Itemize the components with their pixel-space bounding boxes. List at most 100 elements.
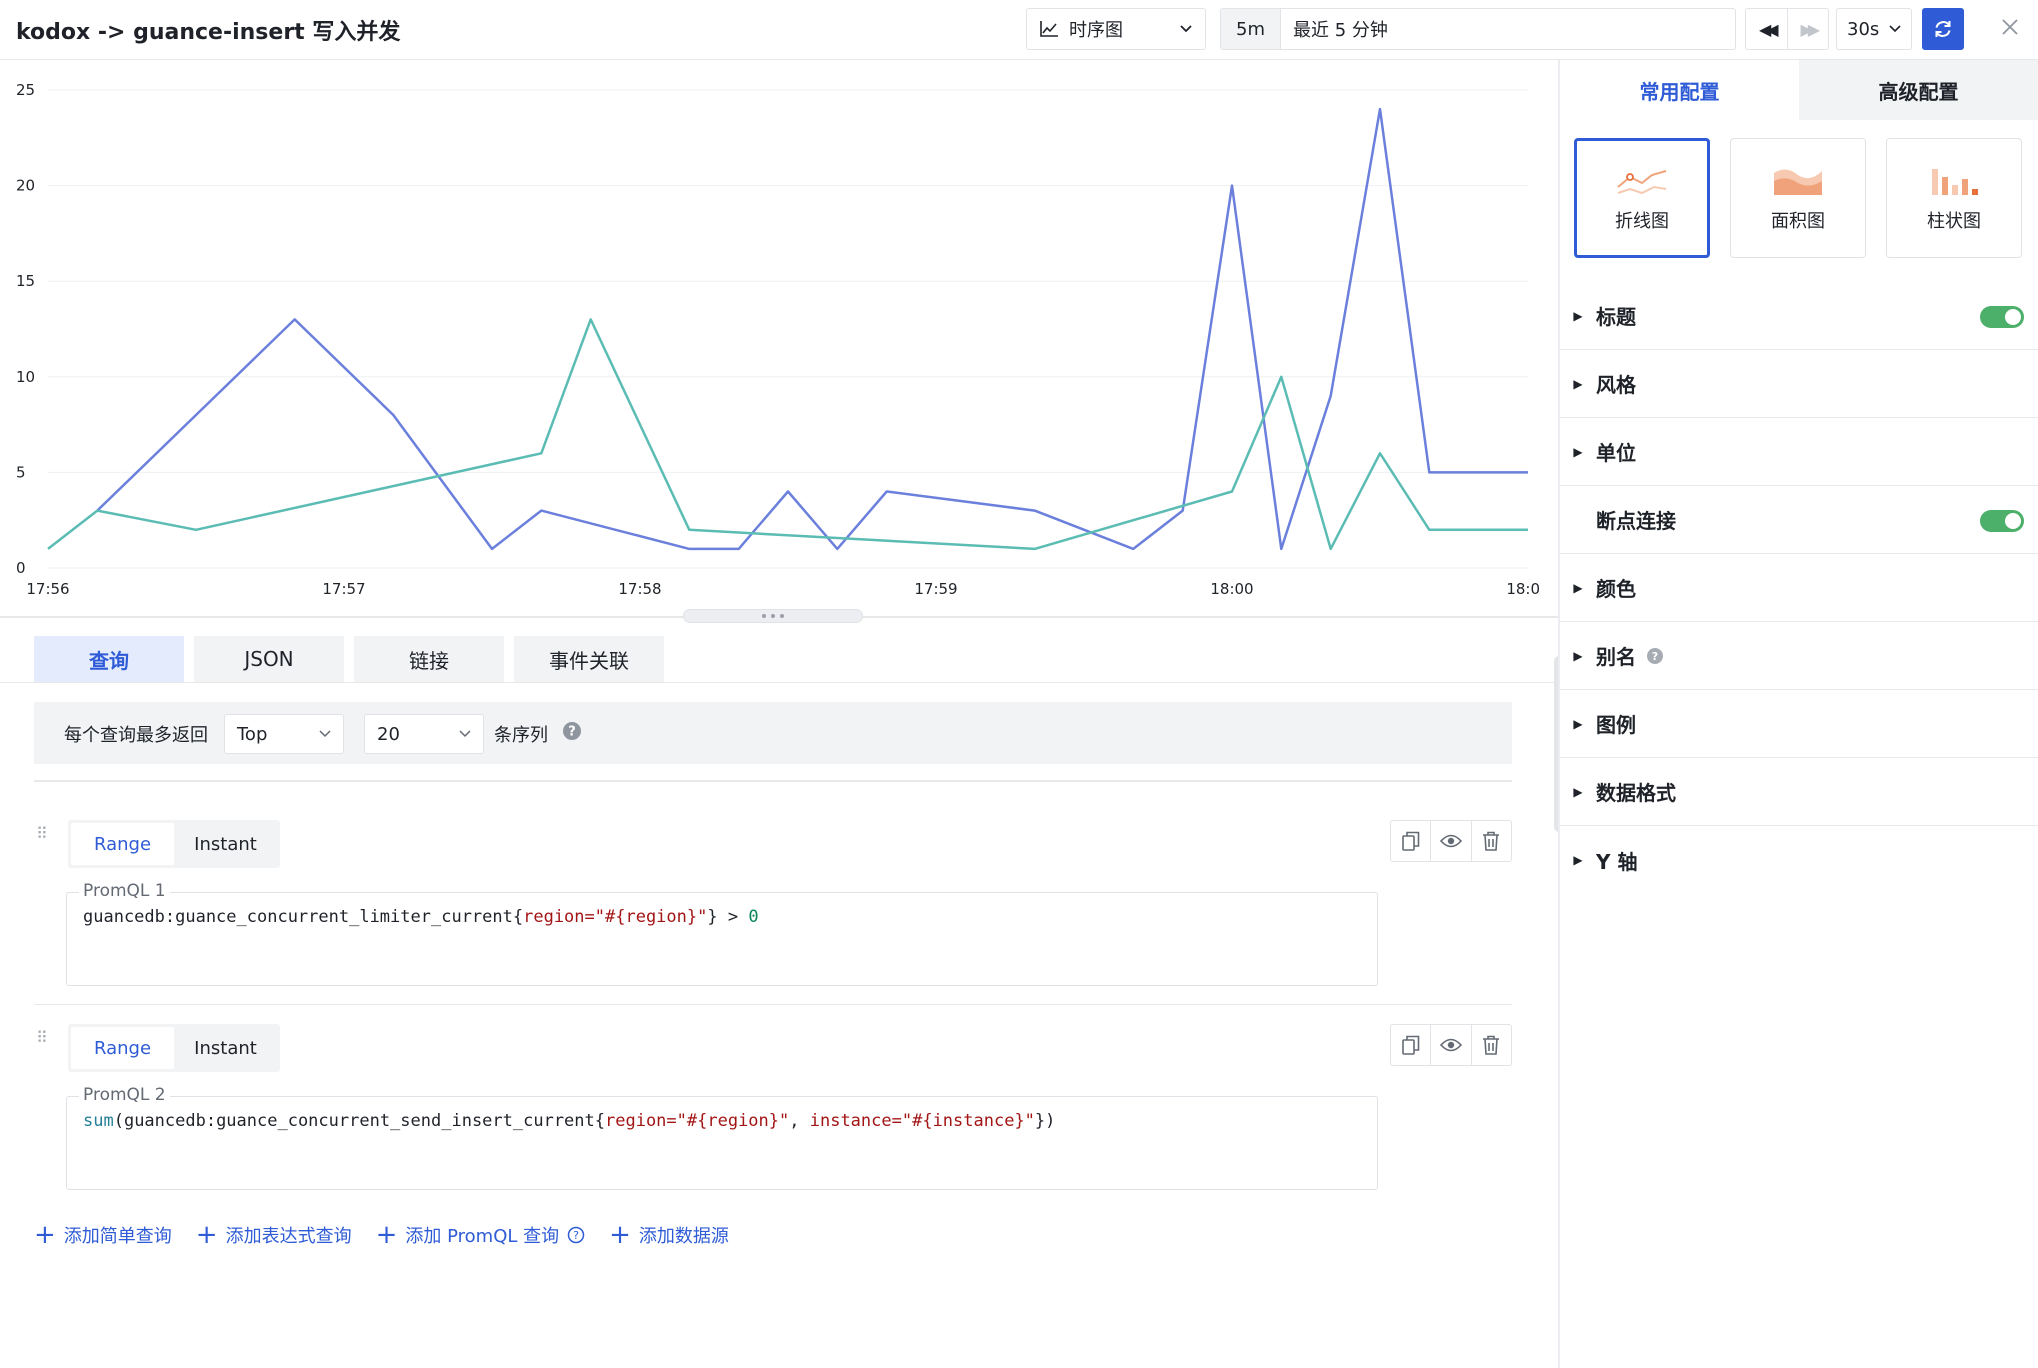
limit-unit-label: 条序列 (494, 725, 548, 746)
section-legend[interactable]: ▶ 图例 (1560, 690, 2038, 758)
help-icon[interactable]: ? (1646, 647, 1664, 665)
viz-type-select[interactable]: 时序图 (1026, 8, 1206, 50)
series-line-2 (47, 318, 1528, 551)
svg-text:?: ? (1652, 650, 1658, 663)
caret-right-icon: ▶ (1573, 376, 1583, 391)
time-step-buttons: ◀◀ ▶▶ (1745, 8, 1829, 50)
plus-icon: + (609, 1220, 631, 1250)
query-actions (1390, 1024, 1512, 1066)
y-tick-label: 0 (16, 559, 26, 577)
y-tick-label: 5 (16, 463, 26, 481)
refresh-icon (1935, 21, 1951, 37)
trash-icon[interactable] (1472, 1025, 1511, 1065)
query-divider (34, 1004, 1512, 1005)
copy-icon[interactable] (1391, 1025, 1432, 1065)
chart-type-area[interactable]: 面积图 (1730, 138, 1866, 258)
title-toggle[interactable] (1980, 306, 2024, 328)
chart-type-bar[interactable]: 柱状图 (1886, 138, 2022, 258)
mode-instant-button[interactable]: Instant (174, 823, 277, 865)
close-button[interactable] (1995, 12, 2025, 42)
add-promql-query-link[interactable]: + 添加 PromQL 查询 ? (376, 1222, 586, 1248)
chevron-down-icon (1889, 25, 1901, 33)
y-tick-label: 10 (16, 368, 35, 386)
x-tick-label: 17:57 (322, 580, 365, 598)
tab-common-settings[interactable]: 常用配置 (1560, 60, 1799, 120)
eye-icon[interactable] (1431, 1025, 1472, 1065)
copy-icon[interactable] (1391, 821, 1432, 861)
svg-text:?: ? (568, 725, 576, 740)
section-y-axis[interactable]: ▶ Y 轴 (1560, 826, 2038, 894)
add-datasource-link[interactable]: + 添加数据源 (609, 1222, 729, 1248)
line-chart-icon (1040, 21, 1058, 37)
chart-type-label: 面积图 (1771, 211, 1825, 232)
section-unit[interactable]: ▶ 单位 (1560, 418, 2038, 486)
section-style[interactable]: ▶ 风格 (1560, 350, 2038, 418)
eye-icon[interactable] (1431, 821, 1472, 861)
help-icon[interactable]: ? (567, 1226, 585, 1244)
x-tick-label: 18:00 (1210, 580, 1253, 598)
tab-link[interactable]: 链接 (354, 636, 504, 682)
drag-handle-icon[interactable]: ⠿ (36, 826, 50, 842)
tab-advanced-settings[interactable]: 高级配置 (1799, 60, 2038, 120)
section-data-format[interactable]: ▶ 数据格式 (1560, 758, 2038, 826)
refresh-button[interactable] (1922, 8, 1964, 50)
caret-right-icon: ▶ (1573, 444, 1583, 459)
section-color[interactable]: ▶ 颜色 (1560, 554, 2038, 622)
page-title: kodox -> guance-insert 写入并发 (16, 20, 401, 45)
time-short-tag: 5m (1221, 9, 1281, 49)
limit-count-select[interactable]: 20 (364, 714, 484, 754)
caret-right-icon: ▶ (1573, 580, 1583, 595)
chevron-down-icon (1180, 25, 1192, 33)
query-item: ⠿ Range Instant PromQL 1 guancedb:guance… (34, 820, 1512, 990)
query-tabs: 查询 JSON 链接 事件关联 (34, 636, 664, 682)
area-chart-icon (1774, 169, 1822, 195)
query-actions (1390, 820, 1512, 862)
x-tick-label: 18:0 (1506, 580, 1540, 598)
limit-label: 每个查询最多返回 (64, 725, 208, 746)
caret-right-icon: ▶ (1573, 853, 1583, 867)
close-icon (2002, 19, 2018, 35)
y-tick-label: 15 (16, 272, 35, 290)
drag-handle-icon[interactable]: ⠿ (36, 1030, 50, 1046)
settings-panel: 常用配置 高级配置 折线图 面积图 柱状图 ▶ 标题 ▶ 风格 ▶ 单位 断点连… (1560, 60, 2038, 1368)
y-tick-label: 20 (16, 177, 35, 195)
plus-icon: + (195, 1220, 218, 1250)
line-chart-icon (1617, 170, 1667, 195)
section-alias[interactable]: ▶ 别名 ? (1560, 622, 2038, 690)
y-tick-label: 25 (16, 81, 35, 99)
refresh-interval-select[interactable]: 30s (1836, 8, 1912, 50)
add-query-actions: + 添加简单查询 + 添加表达式查询 + 添加 PromQL 查询 ? + 添加数据源 (34, 1222, 729, 1248)
promql-editor[interactable]: PromQL 2 sum(guancedb:guance_concurrent_… (66, 1085, 1378, 1190)
query-name: PromQL 1 (79, 881, 170, 901)
chart-type-line[interactable]: 折线图 (1574, 138, 1710, 258)
promql-editor[interactable]: PromQL 1 guancedb:guance_concurrent_limi… (66, 881, 1378, 986)
add-expression-query-link[interactable]: + 添加表达式查询 (196, 1222, 352, 1248)
tab-event-correlation[interactable]: 事件关联 (514, 636, 664, 682)
mode-instant-button[interactable]: Instant (174, 1027, 277, 1069)
query-code: guancedb:guance_concurrent_limiter_curre… (83, 907, 759, 927)
limit-order-select[interactable]: Top (224, 714, 344, 754)
chevron-down-icon (459, 730, 471, 738)
interval-label: 30s (1847, 18, 1880, 40)
step-forward-button[interactable]: ▶▶ (1788, 9, 1829, 49)
help-icon[interactable]: ? (562, 721, 582, 746)
mode-range-button[interactable]: Range (71, 823, 174, 865)
add-simple-query-link[interactable]: + 添加简单查询 (34, 1222, 172, 1248)
time-range-picker[interactable]: 5m 最近 5 分钟 (1220, 8, 1736, 50)
section-title[interactable]: ▶ 标题 (1560, 282, 2038, 350)
resize-handle[interactable] (683, 609, 863, 623)
plus-icon: + (375, 1220, 398, 1250)
x-tick-label: 17:58 (618, 580, 661, 598)
tab-json[interactable]: JSON (194, 636, 344, 682)
limit-count-value: 20 (377, 723, 400, 745)
tab-query[interactable]: 查询 (34, 636, 184, 682)
caret-right-icon: ▶ (1573, 308, 1583, 323)
step-back-button[interactable]: ◀◀ (1746, 9, 1788, 49)
connect-nulls-toggle[interactable] (1980, 510, 2024, 532)
svg-text:?: ? (573, 1229, 579, 1242)
caret-right-icon: ▶ (1573, 716, 1583, 731)
x-tick-label: 17:59 (914, 580, 957, 598)
chart-type-options: 折线图 面积图 柱状图 (1574, 138, 2022, 258)
trash-icon[interactable] (1472, 821, 1511, 861)
mode-range-button[interactable]: Range (71, 1027, 174, 1069)
